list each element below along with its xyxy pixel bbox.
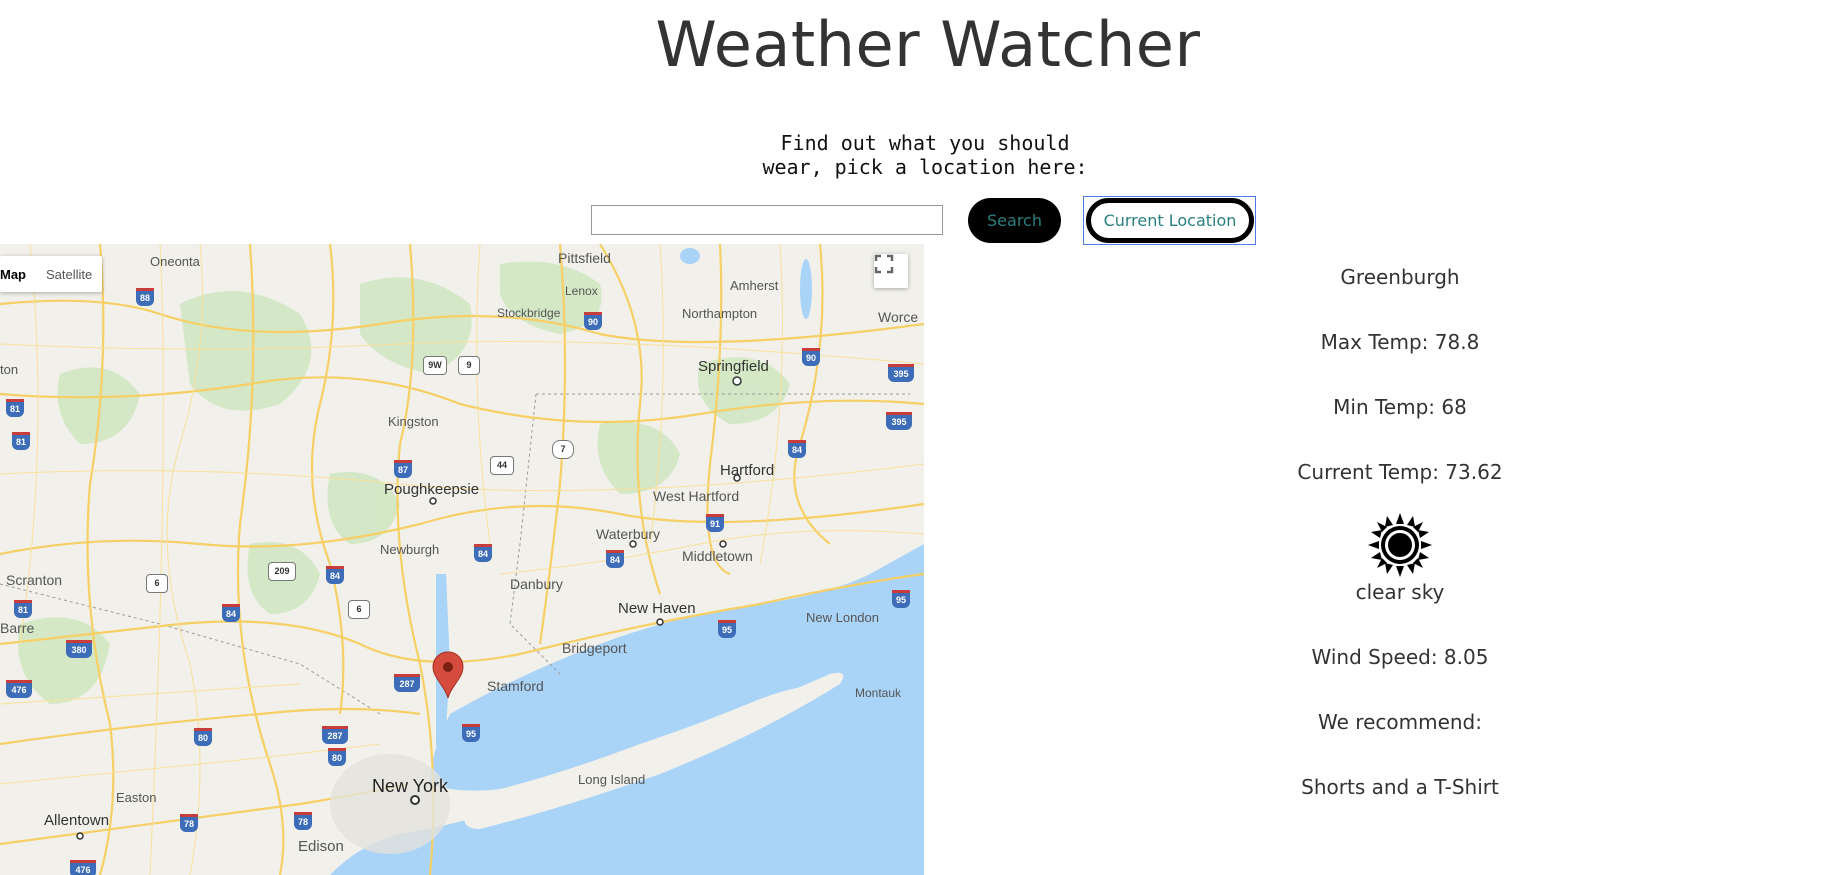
sun-icon (1368, 512, 1432, 577)
map-pin-icon[interactable] (431, 650, 465, 700)
city-dots (76, 376, 742, 840)
wind-speed: Wind Speed: 8.05 (1311, 645, 1489, 669)
fullscreen-icon (874, 254, 894, 274)
page-title: Weather Watcher (655, 8, 1201, 81)
min-temp: Min Temp: 68 (1333, 395, 1467, 419)
page: Weather Watcher Find out what you should… (0, 0, 1828, 875)
fullscreen-button[interactable] (874, 254, 908, 288)
page-subtitle: Find out what you should wear, pick a lo… (762, 131, 1088, 179)
recommend-label: We recommend: (1318, 710, 1482, 734)
location-name: Greenburgh (1340, 265, 1460, 289)
map-type-control: Map Satellite (0, 256, 103, 292)
max-temp: Max Temp: 78.8 (1320, 330, 1480, 354)
map-type-satellite[interactable]: Satellite (36, 256, 102, 292)
weather-icon-wrap (1200, 512, 1600, 577)
recommendation: Shorts and a T-Shirt (1301, 775, 1499, 799)
weather-panel: Greenburgh Max Temp: 78.8 Min Temp: 68 C… (1200, 262, 1600, 837)
weather-condition: clear sky (1355, 580, 1445, 604)
map-type-map[interactable]: Map (0, 256, 36, 292)
current-location-button[interactable]: Current Location (1086, 198, 1254, 243)
map[interactable]: Oneonta Pittsfield Amherst Lenox Stockbr… (0, 244, 924, 875)
search-button[interactable]: Search (968, 198, 1061, 243)
location-search-input[interactable] (591, 205, 943, 235)
